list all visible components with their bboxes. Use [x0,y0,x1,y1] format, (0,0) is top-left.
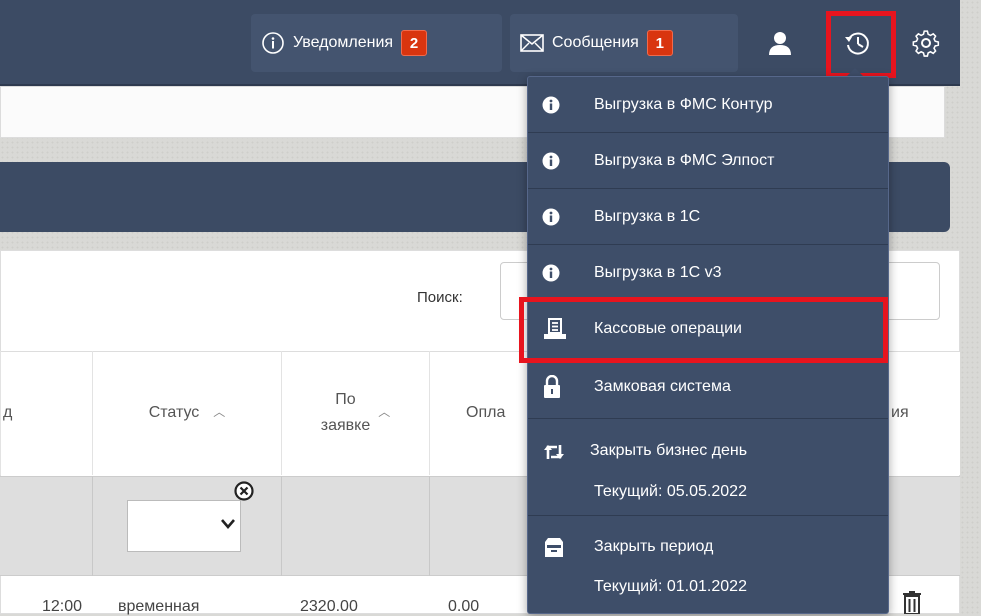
user-menu-button[interactable] [760,20,800,66]
column-header-actions[interactable]: ия [888,351,960,475]
column-divider [429,476,430,576]
gear-icon [912,30,940,57]
messages-button[interactable]: Сообщения 1 [510,14,738,72]
column-header-label: ия [891,404,909,422]
archive-icon [545,538,563,557]
table-cell: 0.00 [448,598,480,615]
menu-item-cash-operations[interactable]: Кассовые операции [528,301,888,359]
menu-item-label: Кассовые операции [594,320,742,337]
menu-item-export-1c-v3[interactable]: Выгрузка в 1С v3 [528,245,888,301]
sort-asc-icon: ︿ [213,405,226,420]
header-line: заявке [320,417,371,434]
menu-item-label: Замковая система [594,378,731,395]
column-divider [92,476,93,576]
trash-icon[interactable] [900,590,924,614]
column-header-by-request[interactable]: По заявке ︿ [281,351,429,475]
menu-item-export-fms-kontur[interactable]: Выгрузка в ФМС Контур [528,77,888,133]
info-circle-icon [542,264,560,282]
retweet-icon [544,445,564,459]
clear-filter-icon[interactable] [233,480,255,502]
menu-item-label: Выгрузка в 1С v3 [594,264,722,281]
info-circle-icon [542,96,560,114]
info-circle-icon [542,152,560,170]
menu-item-export-fms-elpost[interactable]: Выгрузка в ФМС Элпост [528,133,888,189]
notifications-label: Уведомления [293,34,394,51]
chevron-down-icon [221,519,235,529]
menu-item-export-1c[interactable]: Выгрузка в 1С [528,189,888,245]
header-line: По [335,391,356,409]
table-cell: 12:00 [42,598,83,615]
user-icon [769,32,791,55]
menu-item-label: Выгрузка в ФМС Элпост [594,152,775,169]
lock-icon [544,375,560,398]
menu-item-label: Закрыть бизнес день [590,442,748,459]
column-header-status[interactable]: Статус ︿ [92,351,281,475]
menu-item-label: Выгрузка в ФМС Контур [594,96,773,113]
table-cell: временная [118,598,200,615]
info-icon [262,32,284,54]
column-header-label: Опла [466,404,506,422]
info-circle-icon [542,208,560,226]
cash-register-icon [544,318,566,339]
messages-count-badge: 1 [646,30,673,56]
column-header-label: По заявке [321,387,370,438]
column-divider [281,476,282,576]
envelope-icon [520,34,544,52]
current-period: Текущий: 01.01.2022 [594,578,747,595]
history-button[interactable] [838,20,878,66]
menu-item-close-period[interactable]: Закрыть период Текущий: 01.01.2022 [528,516,888,614]
sort-asc-icon: ︿ [378,405,391,420]
current-business-day: Текущий: 05.05.2022 [594,483,747,500]
history-icon [845,32,869,55]
menu-item-lock-system[interactable]: Замковая система [528,359,888,419]
notifications-button[interactable]: Уведомления 2 [251,14,502,72]
menu-item-label: Закрыть период [594,538,714,555]
notifications-count-badge: 2 [401,30,428,56]
messages-label: Сообщения [552,34,639,51]
column-header-label: д [3,404,13,422]
column-header-label: Статус [148,404,200,422]
column-header-payment[interactable]: Опла [429,351,529,475]
column-header-partial-left[interactable]: д [0,351,92,475]
table-cell: 2320.00 [300,598,358,615]
menu-item-close-business-day[interactable]: Закрыть бизнес день Текущий: 05.05.2022 [528,419,888,516]
search-label: Поиск: [417,289,463,306]
settings-button[interactable] [906,20,946,66]
menu-item-label: Выгрузка в 1С [594,208,701,225]
